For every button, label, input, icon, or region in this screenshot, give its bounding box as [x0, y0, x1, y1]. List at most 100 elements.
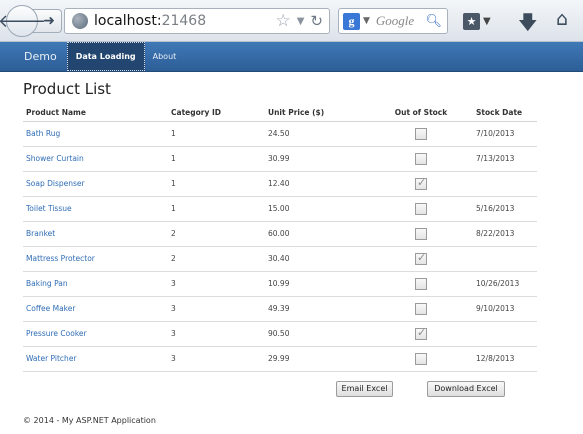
product-name-link[interactable]: Coffee Maker	[23, 296, 168, 322]
nav-link-data-loading[interactable]: Data Loading	[66, 42, 145, 71]
stock-date-cell: 8/22/2013	[473, 221, 537, 247]
reload-icon[interactable]: ↻	[310, 12, 323, 30]
search-icon[interactable]: 🔍︎	[425, 14, 442, 29]
product-name-link[interactable]: Water Pitcher	[23, 346, 168, 372]
bookmarks-dropdown-icon: ▼	[483, 15, 491, 27]
out-of-stock-checkbox[interactable]	[415, 277, 427, 290]
out-of-stock-cell	[369, 221, 473, 247]
out-of-stock-checkbox[interactable]	[415, 227, 427, 240]
page-title: Product List	[23, 80, 111, 98]
google-icon[interactable]: g	[343, 12, 360, 30]
search-box[interactable]: g ▼ Google 🔍︎	[338, 8, 448, 34]
column-header-stock-date[interactable]: Stock Date	[473, 104, 537, 122]
table-row: Baking Pan 3 10.99 10/26/2013	[23, 271, 537, 297]
category-id-cell: 1	[168, 146, 265, 172]
globe-icon	[72, 13, 88, 29]
category-id-cell: 3	[168, 271, 265, 297]
stock-date-cell: 12/8/2013	[473, 346, 537, 372]
unit-price-cell: 10.99	[265, 271, 369, 297]
nav-link-about[interactable]: About	[145, 42, 185, 71]
stock-date-cell	[473, 246, 537, 272]
category-id-cell: 1	[168, 196, 265, 222]
unit-price-cell: 12.40	[265, 171, 369, 197]
out-of-stock-cell	[369, 346, 473, 372]
out-of-stock-cell	[369, 146, 473, 172]
email-excel-button[interactable]: Email Excel	[336, 380, 393, 397]
out-of-stock-cell	[369, 296, 473, 322]
out-of-stock-cell	[369, 171, 473, 197]
unit-price-cell: 30.99	[265, 146, 369, 172]
product-name-link[interactable]: Toilet Tissue	[23, 196, 168, 222]
category-id-cell: 1	[168, 171, 265, 197]
bookmarks-icon: ★	[463, 12, 480, 30]
out-of-stock-cell	[369, 271, 473, 297]
site-navbar: Demo Data Loading About	[0, 42, 583, 72]
category-id-cell: 3	[168, 346, 265, 372]
table-row: Soap Dispenser 1 12.40	[23, 171, 537, 197]
product-name-link[interactable]: Shower Curtain	[23, 146, 168, 172]
stock-date-cell	[473, 321, 537, 347]
table-row: Mattress Protector 2 30.40	[23, 246, 537, 272]
back-button[interactable]: 🡐	[0, 5, 46, 37]
back-arrow-icon: 🡐	[0, 10, 47, 32]
table-row: Pressure Cooker 3 90.50	[23, 321, 537, 347]
unit-price-cell: 15.00	[265, 196, 369, 222]
product-name-link[interactable]: Pressure Cooker	[23, 321, 168, 347]
out-of-stock-checkbox[interactable]	[415, 251, 427, 265]
product-name-link[interactable]: Soap Dispenser	[23, 171, 168, 197]
download-excel-button[interactable]: Download Excel	[427, 380, 505, 397]
product-name-link[interactable]: Baking Pan	[23, 271, 168, 297]
unit-price-cell: 24.50	[265, 121, 369, 147]
home-icon[interactable]: ⌂	[556, 8, 568, 30]
category-id-cell: 2	[168, 246, 265, 272]
footer-text: © 2014 - My ASP.NET Application	[23, 415, 156, 425]
column-header-product-name[interactable]: Product Name	[23, 104, 168, 122]
table-row: Toilet Tissue 1 15.00 5/16/2013	[23, 196, 537, 222]
out-of-stock-checkbox[interactable]	[415, 176, 427, 190]
out-of-stock-checkbox[interactable]	[415, 302, 427, 315]
unit-price-cell: 60.00	[265, 221, 369, 247]
category-id-cell: 3	[168, 296, 265, 322]
browser-toolbar: ➜ 🡐 localhost:21468 ☆ ▼ ↻ g ▼ Google 🔍︎ …	[0, 0, 583, 42]
product-name-link[interactable]: Mattress Protector	[23, 246, 168, 272]
unit-price-cell: 29.99	[265, 346, 369, 372]
out-of-stock-checkbox[interactable]	[415, 202, 427, 215]
out-of-stock-cell	[369, 246, 473, 272]
out-of-stock-cell	[369, 321, 473, 347]
stock-date-cell	[473, 171, 537, 197]
address-bar[interactable]: localhost:21468 ☆ ▼ ↻	[64, 8, 330, 34]
search-input[interactable]: Google	[376, 13, 414, 29]
out-of-stock-cell	[369, 121, 473, 147]
product-table: Product Name Category ID Unit Price ($) …	[23, 104, 537, 372]
out-of-stock-checkbox[interactable]	[415, 152, 427, 165]
product-name-link[interactable]: Bath Rug	[23, 121, 168, 147]
table-row: Bath Rug 1 24.50 7/10/2013	[23, 121, 537, 147]
bookmarks-button[interactable]: ★ ▼	[463, 10, 497, 32]
brand-link[interactable]: Demo	[14, 42, 67, 71]
product-name-link[interactable]: Branket	[23, 221, 168, 247]
category-id-cell: 1	[168, 121, 265, 147]
column-header-category-id[interactable]: Category ID	[168, 104, 265, 122]
out-of-stock-checkbox[interactable]	[415, 352, 427, 365]
stock-date-cell: 7/13/2013	[473, 146, 537, 172]
unit-price-cell: 30.40	[265, 246, 369, 272]
history-dropdown-icon[interactable]: ▼	[297, 16, 305, 27]
search-engine-dropdown-icon[interactable]: ▼	[363, 16, 370, 26]
out-of-stock-checkbox[interactable]	[415, 326, 427, 340]
out-of-stock-checkbox[interactable]	[415, 127, 427, 140]
action-bar: Email Excel Download Excel	[23, 372, 560, 406]
column-header-out-of-stock[interactable]: Out of Stock	[369, 104, 473, 122]
category-id-cell: 3	[168, 321, 265, 347]
download-icon[interactable]: 🡇	[518, 9, 538, 41]
stock-date-cell: 9/10/2013	[473, 296, 537, 322]
table-row: Shower Curtain 1 30.99 7/13/2013	[23, 146, 537, 172]
url-text[interactable]: localhost:21468	[94, 13, 206, 29]
stock-date-cell: 10/26/2013	[473, 271, 537, 297]
table-row: Coffee Maker 3 49.39 9/10/2013	[23, 296, 537, 322]
stock-date-cell: 5/16/2013	[473, 196, 537, 222]
table-header-row: Product Name Category ID Unit Price ($) …	[23, 104, 537, 122]
column-header-unit-price[interactable]: Unit Price ($)	[265, 104, 369, 122]
unit-price-cell: 90.50	[265, 321, 369, 347]
table-row: Water Pitcher 3 29.99 12/8/2013	[23, 346, 537, 372]
star-icon[interactable]: ☆	[275, 11, 290, 31]
